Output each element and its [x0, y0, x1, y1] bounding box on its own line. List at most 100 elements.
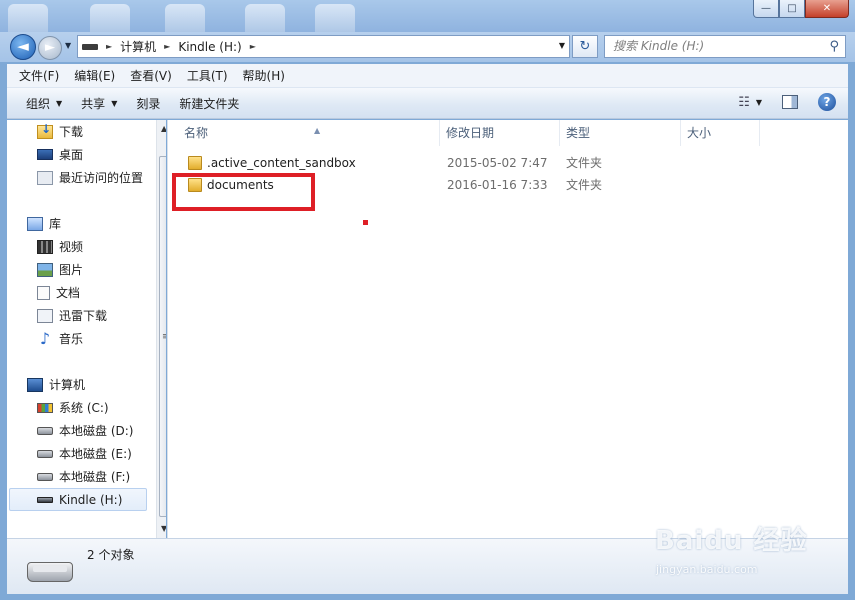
new-folder-button[interactable]: 新建文件夹: [179, 95, 239, 112]
breadcrumb-separator-icon[interactable]: ►: [164, 42, 170, 51]
organize-button[interactable]: 组织 ▼: [26, 95, 62, 112]
address-bar: ◄ ► ▼ ► 计算机 ► Kindle (H:) ► ▼ ↻ 搜索 Kindl…: [0, 32, 855, 62]
caret-down-icon: ▼: [111, 98, 118, 108]
scroll-thumb[interactable]: ≡: [159, 156, 166, 517]
nav-item-kindle[interactable]: Kindle (H:): [9, 488, 147, 511]
breadcrumb-computer[interactable]: 计算机: [120, 38, 156, 55]
video-library-icon: [37, 239, 53, 254]
breadcrumb-separator-icon[interactable]: ►: [250, 42, 256, 51]
menu-view[interactable]: 查看(V): [130, 67, 172, 84]
nav-item-libraries[interactable]: 库: [27, 212, 166, 235]
view-options-icon[interactable]: ☷: [738, 95, 750, 110]
caption-buttons: — □ ✕: [753, 0, 849, 18]
nav-item-label: Kindle (H:): [59, 492, 123, 507]
navigation-pane: 下载 桌面 最近访问的位置 库 视频 图片 文档 迅雷下载 ♪ 音乐 计算机 系…: [7, 120, 166, 538]
maximize-button[interactable]: □: [779, 0, 805, 18]
nav-item-documents[interactable]: 文档: [37, 281, 166, 304]
nav-item-desktop[interactable]: 桌面: [37, 143, 166, 166]
drive-icon: [82, 43, 98, 50]
title-bar: — □ ✕: [0, 0, 855, 32]
nav-item-pictures[interactable]: 图片: [37, 258, 166, 281]
nav-item-label: 视频: [59, 240, 84, 254]
nav-item-label: 文档: [56, 286, 81, 300]
hard-drive-icon: [37, 426, 53, 435]
column-type[interactable]: 类型: [560, 120, 681, 146]
desktop-icon: [37, 149, 53, 160]
nav-item-thunder-downloads[interactable]: 迅雷下载: [37, 304, 166, 327]
breadcrumb[interactable]: ► 计算机 ► Kindle (H:) ► ▼: [77, 35, 570, 58]
system-drive-icon: [37, 402, 53, 413]
view-controls: ☷ ▼ ?: [738, 93, 836, 111]
column-header: 名称 ▲ 修改日期 类型 大小: [168, 120, 849, 146]
breadcrumb-separator-icon[interactable]: ►: [106, 42, 112, 51]
documents-library-icon: [37, 285, 50, 300]
minimize-button[interactable]: —: [753, 0, 779, 18]
recent-places-icon: [37, 170, 53, 185]
close-button[interactable]: ✕: [805, 0, 849, 18]
removable-drive-icon: [37, 496, 53, 503]
back-button[interactable]: ◄: [10, 34, 36, 60]
annotation-highlight-box: [172, 173, 315, 211]
nav-item-downloads[interactable]: 下载: [37, 120, 166, 143]
file-type: 文件夹: [566, 156, 603, 170]
pictures-library-icon: [37, 262, 53, 277]
column-label: 名称: [184, 126, 209, 140]
hard-drive-icon: [37, 449, 53, 458]
file-date: 2015-05-02 7:47: [447, 156, 548, 170]
scroll-down-icon[interactable]: ▼: [161, 524, 166, 533]
forward-button[interactable]: ►: [38, 36, 62, 60]
menu-bar: 文件(F) 编辑(E) 查看(V) 工具(T) 帮助(H): [7, 64, 848, 88]
scroll-grip-icon: ≡: [162, 332, 166, 342]
nav-item-drive-e[interactable]: 本地磁盘 (E:): [37, 442, 166, 465]
nav-scrollbar[interactable]: ▲ ≡ ▼: [156, 120, 166, 538]
caret-down-icon: ▼: [56, 98, 63, 108]
view-dropdown-icon[interactable]: ▼: [756, 98, 762, 107]
address-dropdown-icon[interactable]: ▼: [559, 41, 565, 50]
share-button[interactable]: 共享 ▼: [81, 95, 117, 112]
nav-item-label: 系统 (C:): [59, 401, 109, 415]
recent-pages-dropdown[interactable]: ▼: [65, 41, 71, 50]
file-name: .active_content_sandbox: [207, 156, 356, 170]
annotation-dot: [363, 220, 368, 225]
nav-item-drive-f[interactable]: 本地磁盘 (F:): [37, 465, 166, 488]
help-icon[interactable]: ?: [818, 93, 836, 111]
column-date[interactable]: 修改日期: [440, 120, 560, 146]
nav-item-videos[interactable]: 视频: [37, 235, 166, 258]
refresh-button[interactable]: ↻: [572, 35, 598, 58]
nav-item-computer[interactable]: 计算机: [27, 373, 166, 396]
desktop-icon-background: [245, 4, 285, 32]
nav-item-label: 迅雷下载: [59, 309, 108, 323]
new-folder-label: 新建文件夹: [179, 96, 240, 111]
breadcrumb-kindle[interactable]: Kindle (H:): [178, 40, 241, 54]
search-icon[interactable]: ⚲: [829, 36, 839, 57]
folder-icon: [188, 156, 202, 170]
menu-tools[interactable]: 工具(T): [187, 67, 228, 84]
scroll-up-icon[interactable]: ▲: [161, 124, 166, 133]
nav-item-label: 本地磁盘 (F:): [59, 470, 131, 484]
item-count: 2 个对象: [87, 548, 135, 562]
nav-item-label: 计算机: [49, 378, 86, 392]
nav-item-label: 本地磁盘 (D:): [59, 424, 134, 438]
nav-item-label: 下载: [59, 125, 84, 139]
nav-item-recent-places[interactable]: 最近访问的位置: [37, 166, 166, 189]
organize-label: 组织: [26, 96, 51, 111]
nav-item-drive-d[interactable]: 本地磁盘 (D:): [37, 419, 166, 442]
baidu-watermark-url: jingyan.baidu.com: [656, 563, 758, 576]
nav-item-drive-c[interactable]: 系统 (C:): [37, 396, 166, 419]
burn-button[interactable]: 刻录: [136, 95, 160, 112]
preview-pane-icon[interactable]: [782, 95, 798, 109]
menu-edit[interactable]: 编辑(E): [74, 67, 115, 84]
nav-item-music[interactable]: ♪ 音乐: [37, 327, 166, 350]
column-size[interactable]: 大小: [681, 120, 760, 146]
menu-file[interactable]: 文件(F): [19, 67, 59, 84]
search-placeholder: 搜索 Kindle (H:): [613, 39, 705, 53]
desktop-icon-background: [165, 4, 205, 32]
thunder-downloads-icon: [37, 308, 53, 323]
desktop-icon-background: [8, 4, 48, 32]
column-name[interactable]: 名称 ▲: [178, 120, 440, 146]
nav-item-label: 音乐: [59, 332, 84, 346]
menu-help[interactable]: 帮助(H): [243, 67, 285, 84]
search-input[interactable]: 搜索 Kindle (H:) ⚲: [604, 35, 846, 58]
hard-drive-icon: [37, 472, 53, 481]
file-row[interactable]: .active_content_sandbox 2015-05-02 7:47 …: [168, 152, 849, 174]
